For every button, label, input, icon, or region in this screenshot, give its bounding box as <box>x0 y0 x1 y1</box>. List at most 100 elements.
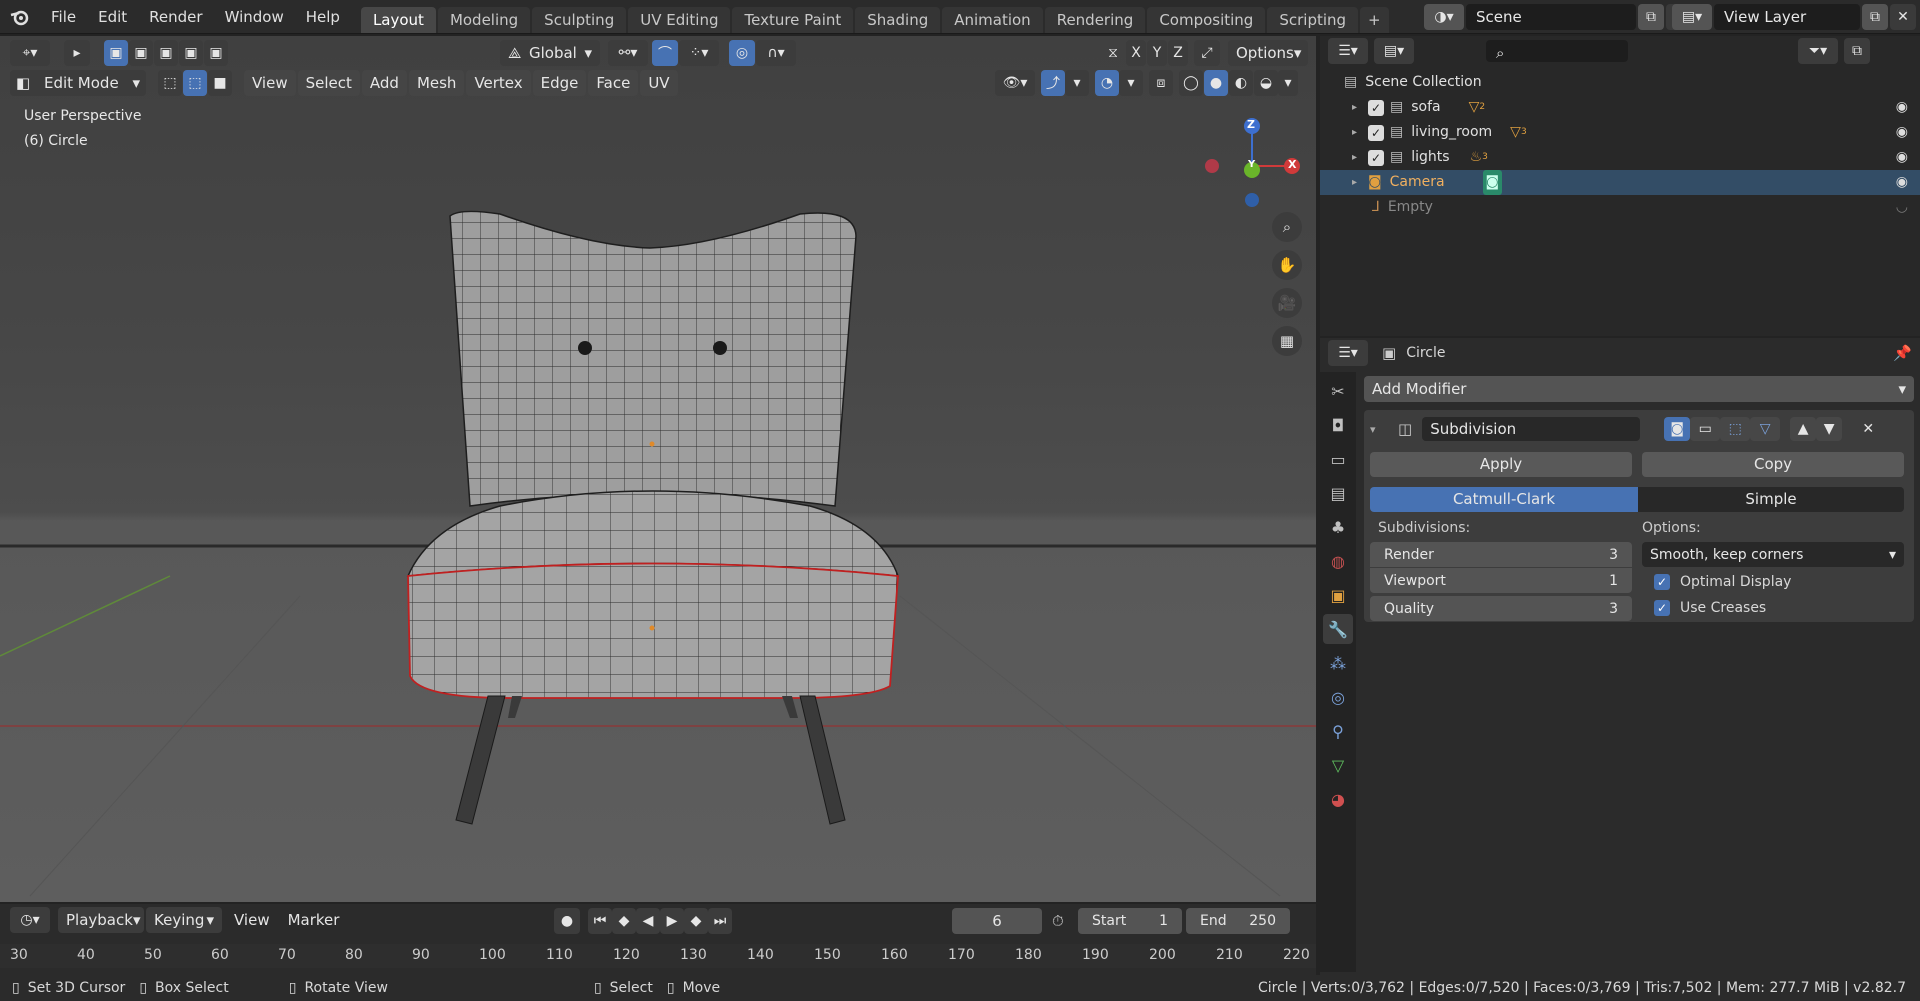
expand-arrow-icon[interactable]: ▸ <box>1352 145 1368 170</box>
record-icon[interactable]: ● <box>554 908 580 934</box>
3d-viewport[interactable]: ⌖▾ ▸ ▣ ▣ ▣ ▣ ▣ ⟁ Global ▾ ⚯▾ ⌒ ⁘▾ ◎ ∩▾ ⧖… <box>0 36 1316 902</box>
chair-mesh[interactable] <box>390 206 910 826</box>
edit-mode-display-icon[interactable]: ⬚ <box>1720 417 1751 441</box>
tab-compositing[interactable]: Compositing <box>1147 7 1266 33</box>
menu-view[interactable]: View <box>244 70 296 96</box>
next-keyframe-icon[interactable]: ◆ <box>684 908 708 934</box>
view-layer-name-field[interactable]: View Layer <box>1714 4 1860 30</box>
render-tab-icon[interactable]: ◘ <box>1323 410 1353 440</box>
exclude-checkbox[interactable]: ✓ <box>1368 149 1384 166</box>
ortho-grid-icon[interactable]: ▦ <box>1272 326 1302 356</box>
stopwatch-icon[interactable]: ⏱ <box>1052 912 1064 930</box>
new-view-layer-icon[interactable]: ⧉ <box>1862 4 1888 30</box>
face-select-icon[interactable]: ■ <box>208 70 232 96</box>
expand-arrow-icon[interactable]: ▸ <box>1352 170 1368 195</box>
object-tab-icon[interactable]: ▣ <box>1323 580 1353 610</box>
tab-shading[interactable]: Shading <box>855 7 941 33</box>
uv-smooth-dropdown[interactable]: Smooth, keep corners ▾ <box>1642 542 1904 567</box>
visibility-eye-icon[interactable]: ◉ <box>1896 120 1908 145</box>
new-scene-icon[interactable]: ⧉ <box>1638 4 1664 30</box>
menu-uv[interactable]: UV <box>640 70 678 96</box>
overlay-dropdown-icon[interactable]: ▾ <box>1119 70 1143 96</box>
particles-tab-icon[interactable]: ⁂ <box>1323 648 1353 678</box>
delete-view-layer-icon[interactable]: ✕ <box>1890 4 1916 30</box>
quality-field[interactable]: Quality 3 <box>1370 596 1632 621</box>
gizmo-dropdown-icon[interactable]: ▾ <box>1065 70 1089 96</box>
collapse-arrow-icon[interactable]: ▾ <box>1370 423 1388 436</box>
timeline-editor-icon[interactable]: ◷▾ <box>10 907 50 933</box>
output-tab-icon[interactable]: ▭ <box>1323 444 1353 474</box>
material-shading-icon[interactable]: ◐ <box>1229 70 1253 96</box>
wireframe-shading-icon[interactable]: ◯ <box>1179 70 1203 96</box>
menu-edit[interactable]: Edit <box>87 0 138 34</box>
camera-data-icon[interactable]: ◙ <box>1482 170 1503 195</box>
apply-button[interactable]: Apply <box>1370 452 1632 477</box>
menu-face[interactable]: Face <box>588 70 639 96</box>
menu-vertex[interactable]: Vertex <box>466 70 531 96</box>
tab-rendering[interactable]: Rendering <box>1044 7 1146 33</box>
optimal-display-row[interactable]: ✓ Optimal Display <box>1642 569 1904 595</box>
auto-merge-icon[interactable]: ⤢ <box>1194 40 1220 66</box>
on-cage-icon[interactable]: ▽ <box>1750 417 1781 441</box>
solid-shading-icon[interactable]: ● <box>1204 70 1228 96</box>
start-frame-field[interactable]: Start 1 <box>1078 908 1182 934</box>
properties-editor-icon[interactable]: ☰▾ <box>1328 340 1368 366</box>
timeline-menu-marker[interactable]: Marker <box>280 907 348 933</box>
tool-tab-icon[interactable]: ✂ <box>1323 376 1353 406</box>
catmull-clark-option[interactable]: Catmull-Clark <box>1370 487 1638 512</box>
modifier-name-field[interactable]: Subdivision <box>1422 417 1641 441</box>
use-creases-checkbox[interactable]: ✓ <box>1654 600 1670 616</box>
visibility-eye-icon[interactable]: ◉ <box>1896 145 1908 170</box>
menu-file[interactable]: File <box>40 0 87 34</box>
outliner-search-input[interactable]: ⌕ <box>1486 40 1628 62</box>
prev-keyframe-icon[interactable]: ◆ <box>612 908 636 934</box>
axis-y-toggle[interactable]: Y <box>1147 40 1167 66</box>
camera-view-icon[interactable]: 🎥 <box>1272 288 1302 318</box>
mesh-data-icon[interactable]: ▽ <box>1469 95 1480 120</box>
menu-select[interactable]: Select <box>297 70 360 96</box>
vertex-select-icon[interactable]: ⬚ <box>158 70 182 96</box>
play-reverse-icon[interactable]: ◀ <box>636 908 660 934</box>
visibility-eye-icon[interactable]: ◉ <box>1896 95 1908 120</box>
light-bulb-icon[interactable]: ♨ <box>1470 145 1483 170</box>
select-intersect-icon[interactable]: ▣ <box>179 40 203 66</box>
world-tab-icon[interactable]: ◍ <box>1323 546 1353 576</box>
tree-row-sofa[interactable]: ▸ ✓ ▤ sofa ▽ 2 ◉ <box>1320 95 1920 120</box>
tree-row-camera[interactable]: ▸ ◙ Camera ◙ ◉ <box>1320 170 1920 195</box>
timeline-menu-view[interactable]: View <box>226 907 278 933</box>
filter-icon[interactable]: ⏷▾ <box>1798 38 1838 64</box>
zoom-icon[interactable]: ⌕ <box>1272 212 1302 242</box>
optimal-display-checkbox[interactable]: ✓ <box>1654 574 1670 590</box>
tab-uv-editing[interactable]: UV Editing <box>628 7 731 33</box>
snap-target-icon[interactable]: ⁘▾ <box>679 40 719 66</box>
pivot-point-icon[interactable]: ⚯▾ <box>608 40 648 66</box>
tab-modeling[interactable]: Modeling <box>437 7 531 33</box>
tab-scripting[interactable]: Scripting <box>1267 7 1359 33</box>
select-subtract-icon[interactable]: ▣ <box>154 40 178 66</box>
use-creases-row[interactable]: ✓ Use Creases <box>1642 595 1904 621</box>
pin-icon[interactable]: 📌 <box>1893 344 1912 362</box>
xray-toggle-icon[interactable]: ⧈ <box>1149 70 1173 96</box>
show-viewport-icon[interactable]: ▭ <box>1690 417 1721 441</box>
render-levels-field[interactable]: Render 3 <box>1370 542 1632 567</box>
snap-toggle-icon[interactable]: ⌒ <box>652 40 678 66</box>
axis-z-toggle[interactable]: Z <box>1168 40 1188 66</box>
tree-row-empty[interactable]: ⅃ Empty ◡ <box>1320 195 1920 220</box>
new-collection-icon[interactable]: ⧉ <box>1844 38 1870 64</box>
shading-dropdown-icon[interactable]: ▾ <box>1278 70 1298 96</box>
select-extend-icon[interactable]: ▣ <box>129 40 153 66</box>
view-layer-tab-icon[interactable]: ▤ <box>1323 478 1353 508</box>
exclude-checkbox[interactable]: ✓ <box>1368 99 1384 116</box>
physics-tab-icon[interactable]: ◎ <box>1323 682 1353 712</box>
exclude-checkbox[interactable]: ✓ <box>1368 124 1384 141</box>
editor-type-icon[interactable]: ⌖▾ <box>10 40 50 66</box>
falloff-icon[interactable]: ∩▾ <box>756 40 796 66</box>
tree-row-lights[interactable]: ▸ ✓ ▤ lights ♨ 3 ◉ <box>1320 145 1920 170</box>
frame-ruler[interactable]: 30 40 50 60 70 80 90 100 110 120 130 140 150 160 170 18… <box>0 944 1316 968</box>
tree-row-scene-collection[interactable]: ▤ Scene Collection <box>1320 70 1920 95</box>
visibility-eye-icon[interactable]: ◉ <box>1896 170 1908 195</box>
scene-icon[interactable]: ◑▾ <box>1424 4 1464 30</box>
viewport-levels-field[interactable]: Viewport 1 <box>1370 568 1632 593</box>
proportional-edit-icon[interactable]: ◎ <box>729 40 755 66</box>
move-down-icon[interactable]: ▼ <box>1816 417 1843 441</box>
